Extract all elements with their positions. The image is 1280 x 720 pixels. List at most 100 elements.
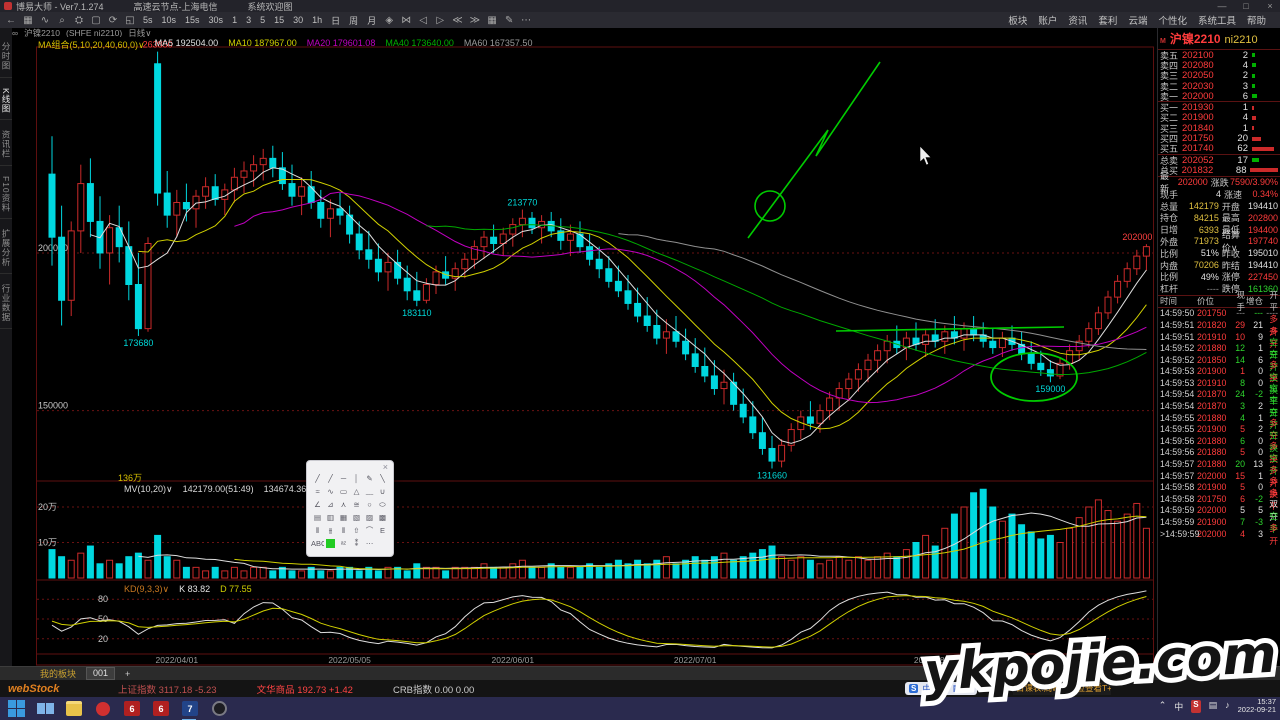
kd-value-0[interactable]: KD(9,3,3)∨ <box>124 584 169 595</box>
draw-tool-icon-8[interactable]: ▭ <box>337 486 350 497</box>
menu-item-帮助[interactable]: 帮助 <box>1247 13 1266 27</box>
toolbar-right-icon-6[interactable]: ▦ <box>487 15 497 26</box>
ime-icon-2[interactable]: ✎ <box>941 683 949 694</box>
toolbar-right-icon-1[interactable]: ⋈ <box>401 15 411 26</box>
draw-tool-icon-30[interactable]: ABC <box>311 538 324 549</box>
draw-tool-icon-4[interactable]: ✎ <box>363 473 376 484</box>
period-button-日[interactable]: 日 <box>330 14 341 27</box>
sidebar-tab-K线图[interactable]: K线图 <box>0 88 12 121</box>
draw-tool-icon-0[interactable]: ╱ <box>311 473 324 484</box>
close-button[interactable]: × <box>1260 1 1280 11</box>
tick-tape-list[interactable]: 14:59:50201750----------14:59:5120182029… <box>1158 308 1280 540</box>
period-button-周[interactable]: 周 <box>348 14 359 27</box>
sidebar-tab-资讯栏[interactable]: 资讯栏 <box>0 130 12 166</box>
ime-icon-3[interactable]: ▦ <box>953 683 962 694</box>
menu-item-云端[interactable]: 云端 <box>1128 13 1147 27</box>
toolbar-icon-1[interactable]: ▦ <box>23 15 33 26</box>
draw-tool-icon-21[interactable]: ▧ <box>350 512 363 523</box>
menu-item-个性化[interactable]: 个性化 <box>1158 13 1187 27</box>
ma-value-0[interactable]: MA组合(5,10,20,40,60,0)∨ <box>38 38 145 51</box>
tray-icon-1[interactable]: 中 <box>1174 700 1183 713</box>
period-button-1h[interactable]: 1h <box>311 15 323 25</box>
taskbar-app-start[interactable] <box>6 700 26 718</box>
taskbar-app-browser[interactable] <box>93 700 113 718</box>
add-tab-button[interactable]: + <box>125 669 130 679</box>
draw-tool-icon-13[interactable]: ⊿ <box>324 499 337 510</box>
draw-tool-icon-26[interactable]: ⦀ <box>337 525 350 536</box>
book-row-买五[interactable]: 买五20174062 <box>1158 144 1280 154</box>
mv-value-0[interactable]: MV(10,20)∨ <box>124 484 173 495</box>
toolbar-right-icon-2[interactable]: ◁ <box>418 15 428 26</box>
draw-tool-icon-6[interactable]: ≈ <box>311 486 324 497</box>
period-button-月[interactable]: 月 <box>366 14 377 27</box>
period-button-5s[interactable]: 5s <box>142 15 154 25</box>
draw-tool-icon-32[interactable]: ᵃᶻ <box>337 538 350 549</box>
toolbar-right-icon-7[interactable]: ✎ <box>504 15 514 26</box>
sidebar-tab-扩展分析[interactable]: 扩展分析 <box>0 229 12 274</box>
draw-tool-icon-25[interactable]: ⫵ <box>324 525 337 536</box>
ime-icon-1[interactable]: ' <box>935 684 937 694</box>
draw-tool-icon-18[interactable]: ▤ <box>311 512 324 523</box>
menu-item-资讯[interactable]: 资讯 <box>1068 13 1087 27</box>
book-row-卖一[interactable]: 卖一2020006 <box>1158 91 1280 101</box>
draw-tool-icon-28[interactable]: ⌒ <box>363 525 376 536</box>
draw-tool-icon-29[interactable]: Ε <box>376 525 389 536</box>
toolbar-right-icon-4[interactable]: ≪ <box>452 15 462 26</box>
chart-region[interactable]: 20000015000020万10万8050202022/04/012022/0… <box>12 37 1157 666</box>
draw-tool-icon-2[interactable]: ─ <box>337 473 350 484</box>
toolbar-icon-3[interactable]: ⌕ <box>57 15 67 26</box>
toolbar-right-icon-3[interactable]: ▷ <box>435 15 445 26</box>
ime-icon-0[interactable]: 中 <box>922 682 931 695</box>
sogou-icon[interactable]: S <box>909 684 918 693</box>
toolbar-icon-6[interactable]: ⟳ <box>108 15 118 26</box>
tray-icon-0[interactable]: ⌃ <box>1159 700 1167 713</box>
draw-tool-icon-16[interactable]: ○ <box>363 499 376 510</box>
draw-tool-icon-12[interactable]: ∠ <box>311 499 324 510</box>
symbol-bar[interactable]: ∞ 沪镍2210 (SHFE ni2210) 日线∨ <box>12 28 1157 37</box>
minimize-button[interactable]: — <box>1212 1 1232 11</box>
toolbar-right-icon-0[interactable]: ◈ <box>384 15 394 26</box>
draw-tool-icon-15[interactable]: ≅ <box>350 499 363 510</box>
welcome-tab[interactable]: 系统欢迎图 <box>248 0 293 13</box>
sidebar-tab-F10资料[interactable]: F10资料 <box>0 176 12 220</box>
close-icon[interactable]: × <box>383 462 388 472</box>
taskbar-app-wh7-6[interactable]: 7 <box>180 700 200 718</box>
draw-tool-icon-1[interactable]: ╱ <box>324 473 337 484</box>
toolbar-icon-4[interactable]: ⛭ <box>74 15 84 26</box>
period-button-1[interactable]: 1 <box>231 15 238 25</box>
taskbar-app-obs[interactable] <box>209 700 229 718</box>
toolbar-icon-7[interactable]: ◱ <box>125 15 135 26</box>
draw-tool-icon-31[interactable] <box>326 539 335 548</box>
menu-item-账户[interactable]: 账户 <box>1038 13 1057 27</box>
draw-tool-icon-33[interactable]: ⁑ <box>350 538 363 549</box>
watchlist-tab-001[interactable]: 001 <box>86 667 115 680</box>
period-button-15[interactable]: 15 <box>273 15 285 25</box>
draw-tool-icon-7[interactable]: ∿ <box>324 486 337 497</box>
ime-icon-4[interactable]: ⊞ <box>965 683 973 694</box>
toolbar-icon-5[interactable]: ▢ <box>91 15 101 26</box>
toolbar-icon-0[interactable]: ← <box>6 15 16 26</box>
toolbar-right-icon-5[interactable]: ≫ <box>470 15 480 26</box>
taskbar-app-wh6-5[interactable]: 6 <box>151 700 171 718</box>
tray-icon-4[interactable]: ♪ <box>1225 700 1230 713</box>
draw-tool-icon-17[interactable]: ⬭ <box>376 499 389 510</box>
draw-tool-icon-23[interactable]: ▩ <box>376 512 389 523</box>
tray-icon-3[interactable]: ▤ <box>1209 700 1218 713</box>
toolbar-icon-2[interactable]: ∿ <box>40 15 50 26</box>
draw-tool-icon-27[interactable]: ⇧ <box>350 525 363 536</box>
draw-tool-icon-20[interactable]: ▦ <box>337 512 350 523</box>
period-button-5[interactable]: 5 <box>259 15 266 25</box>
draw-tool-icon-14[interactable]: ⋏ <box>337 499 350 510</box>
draw-tool-icon-11[interactable]: ∪ <box>376 486 389 497</box>
menu-item-套利[interactable]: 套利 <box>1098 13 1117 27</box>
taskbar-app-wh6-4[interactable]: 6 <box>122 700 142 718</box>
draw-tool-icon-22[interactable]: ▨ <box>363 512 376 523</box>
menu-item-系统工具[interactable]: 系统工具 <box>1198 13 1236 27</box>
draw-tool-icon-10[interactable]: ﹏ <box>363 486 376 497</box>
toolbar-right-icon-8[interactable]: ⋯ <box>521 15 531 26</box>
draw-tool-icon-19[interactable]: ▥ <box>324 512 337 523</box>
period-button-3[interactable]: 3 <box>245 15 252 25</box>
draw-tool-icon-24[interactable]: ⫴ <box>311 525 324 536</box>
draw-tool-icon-9[interactable]: △ <box>350 486 363 497</box>
input-method-bar[interactable]: S 中 ' ✎ ▦⊞ <box>905 682 977 695</box>
